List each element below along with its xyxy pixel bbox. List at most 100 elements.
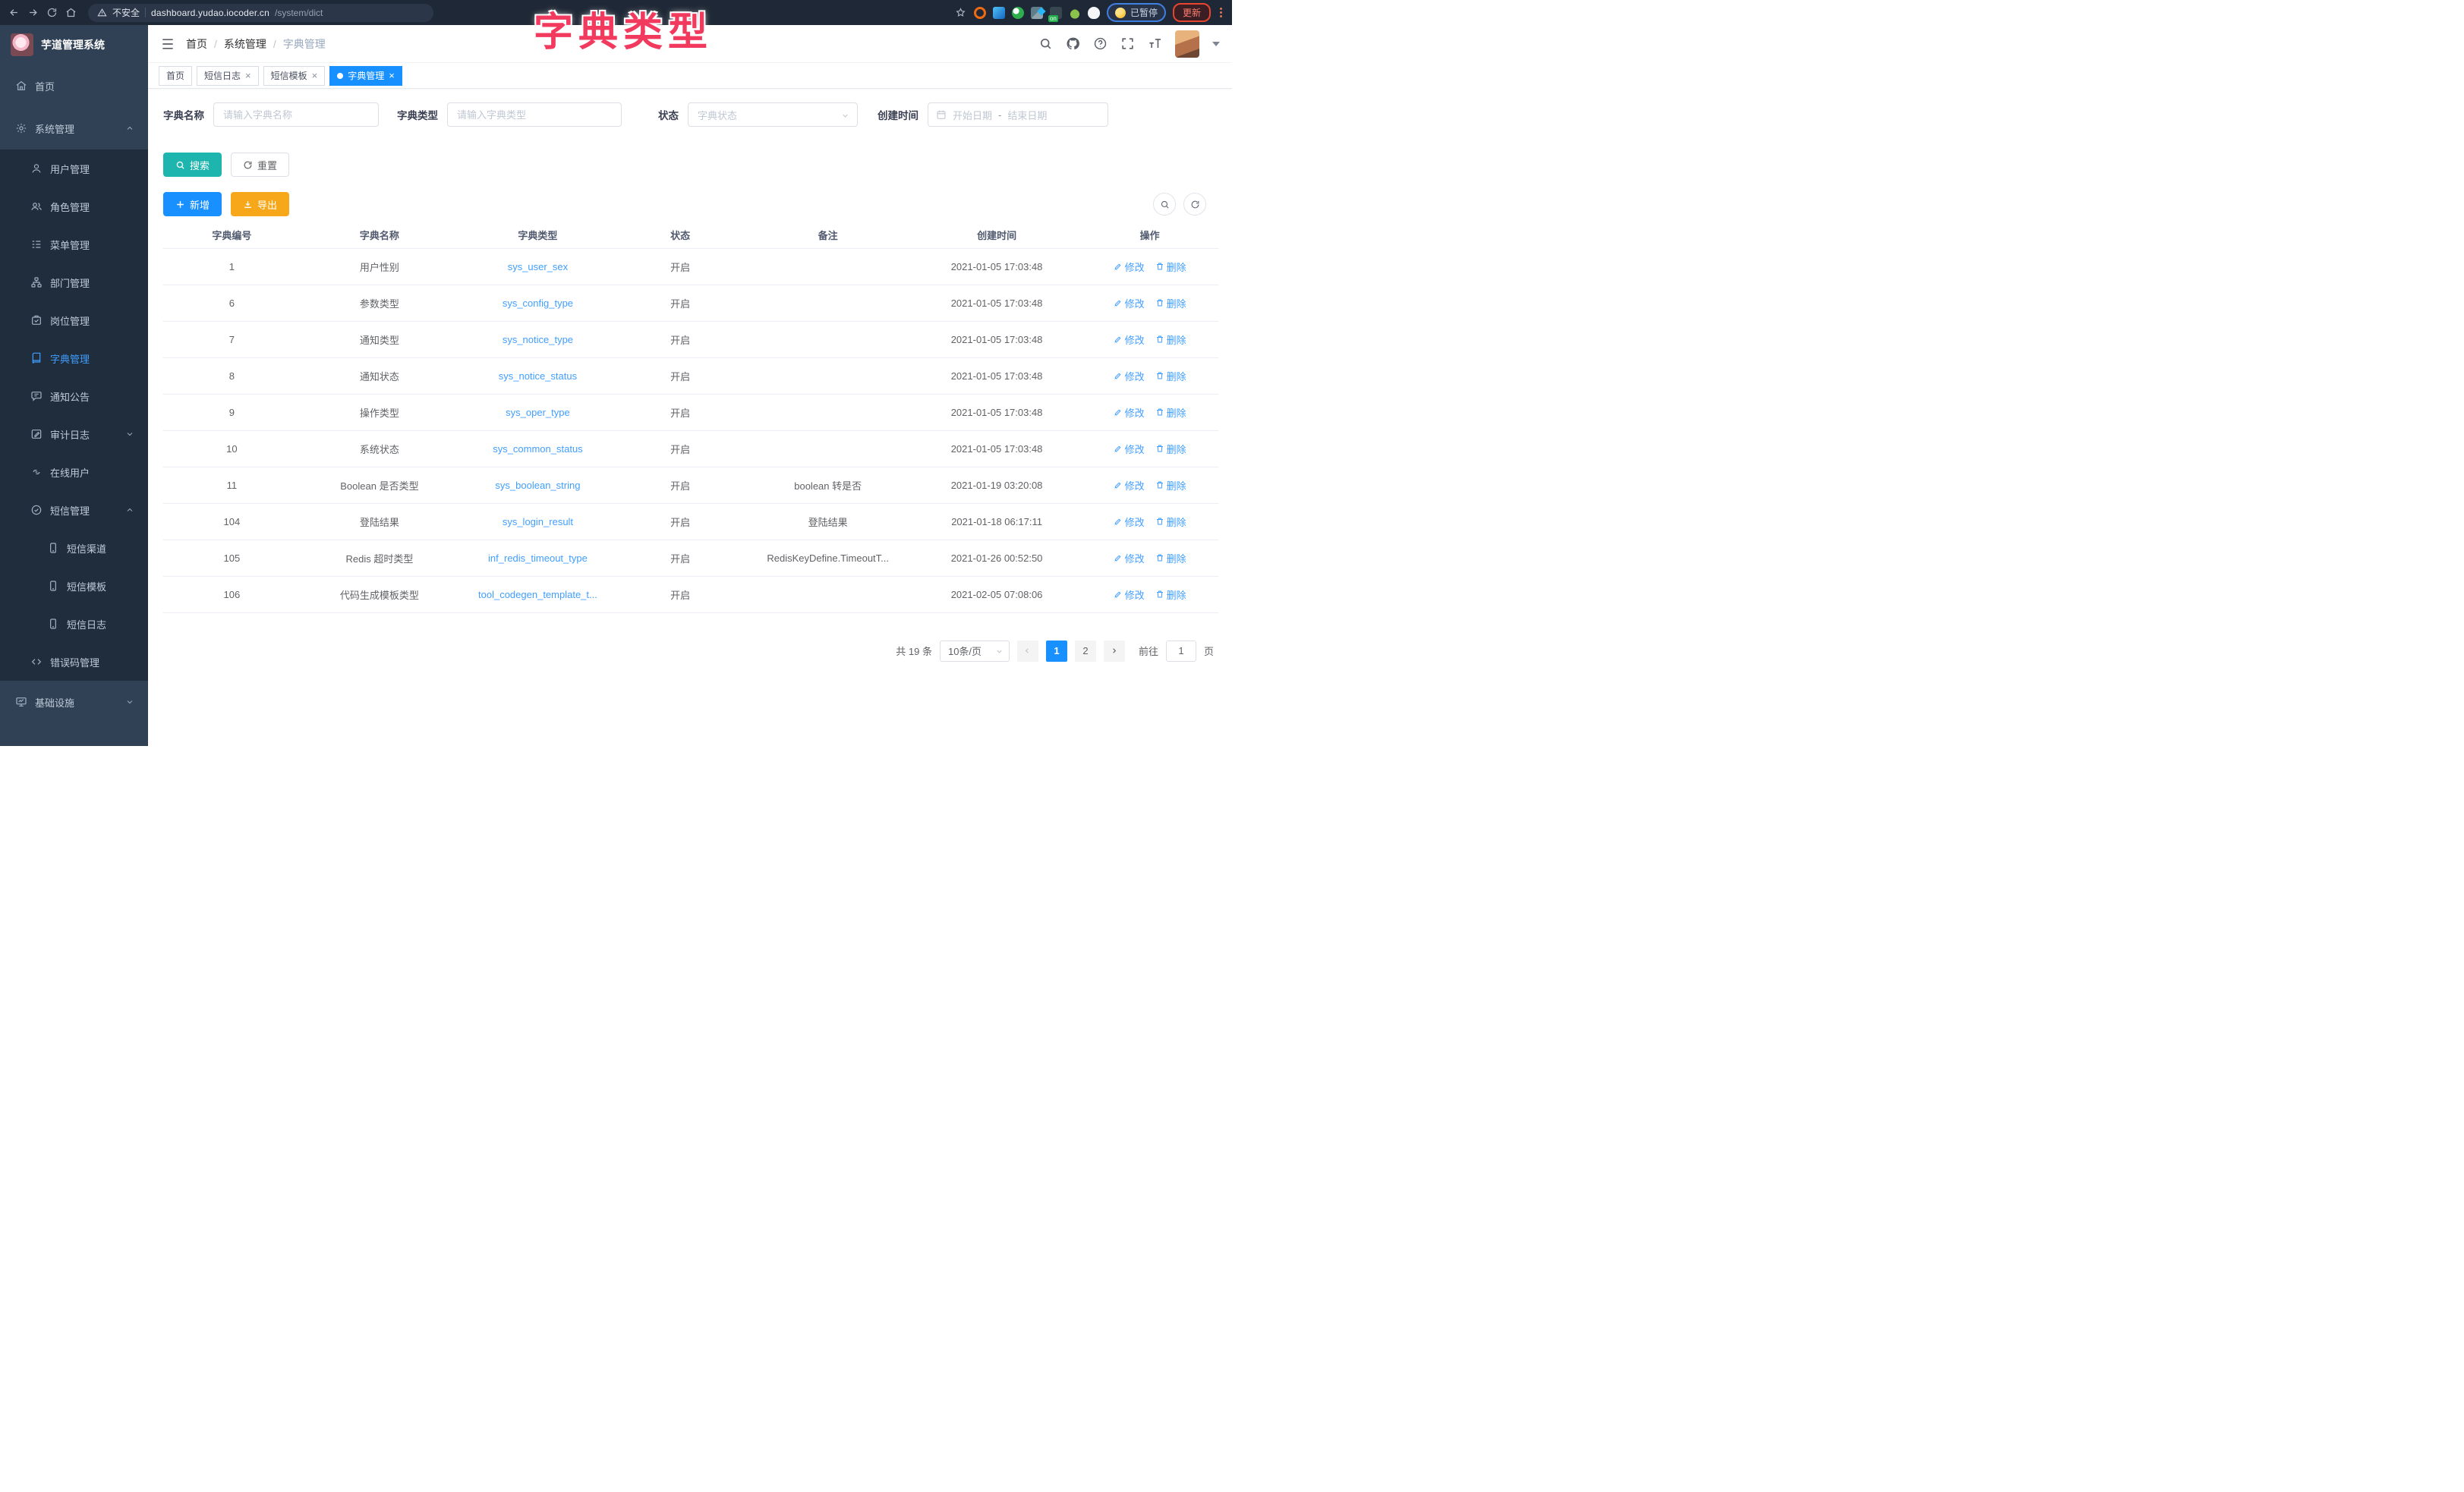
bookmark-star-icon[interactable] [954,6,967,19]
reload-icon[interactable] [46,6,58,19]
delete-link[interactable]: 删除 [1155,551,1186,565]
not-secure-icon [97,8,107,17]
sidebar-item-sms-log[interactable]: 短信日志 [0,605,148,643]
cell-dict-type-link[interactable]: sys_boolean_string [458,467,617,503]
delete-link[interactable]: 删除 [1155,587,1186,602]
sidebar-item-menu-mgmt[interactable]: 菜单管理 [0,225,148,263]
delete-link[interactable]: 删除 [1155,478,1186,493]
page-size-select[interactable]: 10条/页 [940,641,1010,662]
edit-link[interactable]: 修改 [1114,587,1145,602]
sidebar-item-sms-mgmt[interactable]: 短信管理 [0,491,148,529]
sidebar-item-sms-template[interactable]: 短信模板 [0,567,148,605]
app-title: 芋道管理系统 [41,37,105,52]
cell-dict-type-link[interactable]: sys_notice_type [458,321,617,357]
export-button[interactable]: 导出 [231,192,289,216]
sidebar-item-error-code[interactable]: 错误码管理 [0,643,148,681]
cell-dict-type-link[interactable]: tool_codegen_template_t... [458,576,617,612]
cell-dict-type-link[interactable]: sys_login_result [458,503,617,540]
page-button-1[interactable]: 1 [1046,641,1067,662]
forward-icon[interactable] [27,6,39,19]
delete-link[interactable]: 删除 [1155,515,1186,529]
edit-link[interactable]: 修改 [1114,369,1145,383]
edit-link[interactable]: 修改 [1114,405,1145,420]
edit-link[interactable]: 修改 [1114,478,1145,493]
delete-link[interactable]: 删除 [1155,405,1186,420]
font-size-icon[interactable] [1148,36,1162,51]
sidebar-item-post-mgmt[interactable]: 岗位管理 [0,301,148,339]
cell-dict-type-link[interactable]: sys_oper_type [458,394,617,430]
tab-dict-mgmt[interactable]: 字典管理× [329,66,402,86]
app-logo-row[interactable]: 芋道管理系统 [0,25,148,65]
edit-link[interactable]: 修改 [1114,442,1145,456]
collapse-sidebar-icon[interactable] [160,36,175,52]
extension-icon[interactable] [1012,7,1024,19]
user-avatar[interactable] [1175,30,1199,58]
cell-dict-type-link[interactable]: sys_config_type [458,285,617,321]
github-icon[interactable] [1066,36,1080,51]
dict-type-input[interactable] [447,102,622,127]
sidebar-item-online-users[interactable]: 在线用户 [0,453,148,491]
search-button[interactable]: 搜索 [163,153,222,177]
refresh-icon[interactable] [1183,193,1206,216]
fullscreen-icon[interactable] [1120,36,1135,51]
sidebar-item-notice[interactable]: 通知公告 [0,377,148,415]
address-bar[interactable]: 不安全 dashboard.yudao.iocoder.cn/system/di… [88,4,433,22]
cell-dict-type-link[interactable]: sys_common_status [458,430,617,467]
chrome-update-button[interactable]: 更新 [1173,3,1211,22]
tab-home[interactable]: 首页 [159,66,192,86]
edit-link[interactable]: 修改 [1114,260,1145,274]
goto-page-input[interactable] [1166,641,1196,662]
avatar-caret-icon[interactable] [1212,42,1220,46]
sidebar-item-home[interactable]: 首页 [0,65,148,107]
extension-icon[interactable] [974,7,986,19]
sidebar-item-role-mgmt[interactable]: 角色管理 [0,187,148,225]
close-icon[interactable]: × [245,71,251,80]
toggle-search-icon[interactable] [1153,193,1176,216]
extension-icon[interactable] [1088,7,1100,19]
extension-icon[interactable] [1031,7,1043,19]
date-range-picker[interactable]: 开始日期 - 结束日期 [928,102,1108,127]
close-icon[interactable]: × [312,71,318,80]
edit-link[interactable]: 修改 [1114,296,1145,310]
help-icon[interactable] [1093,36,1108,51]
sidebar-item-dict-mgmt[interactable]: 字典管理 [0,339,148,377]
reset-button[interactable]: 重置 [231,153,289,177]
sidebar-item-infrastructure[interactable]: 基础设施 [0,681,148,723]
cell-dict-type-link[interactable]: sys_notice_status [458,357,617,394]
cell-dict-type-link[interactable]: inf_redis_timeout_type [458,540,617,576]
delete-link[interactable]: 删除 [1155,369,1186,383]
browser-menu-icon[interactable] [1218,8,1224,17]
edit-link[interactable]: 修改 [1114,332,1145,347]
delete-link[interactable]: 删除 [1155,296,1186,310]
delete-link[interactable]: 删除 [1155,442,1186,456]
back-icon[interactable] [8,6,20,19]
next-page-button[interactable] [1104,641,1125,662]
sidebar-item-dept-mgmt[interactable]: 部门管理 [0,263,148,301]
home-browser-icon[interactable] [65,6,77,19]
close-icon[interactable]: × [389,71,395,80]
dict-name-input[interactable] [213,102,379,127]
extension-icon[interactable] [1069,7,1081,19]
search-icon[interactable] [1038,36,1053,51]
add-button[interactable]: 新增 [163,192,222,216]
delete-link[interactable]: 删除 [1155,332,1186,347]
page-button-2[interactable]: 2 [1075,641,1096,662]
prev-page-button[interactable] [1017,641,1038,662]
cell-dict-type-link[interactable]: sys_user_sex [458,248,617,285]
edit-link[interactable]: 修改 [1114,551,1145,565]
sidebar-item-audit-log[interactable]: 审计日志 [0,415,148,453]
extension-icon[interactable] [1050,7,1062,19]
delete-link[interactable]: 删除 [1155,260,1186,274]
extension-icon[interactable] [993,7,1005,19]
profile-paused-badge[interactable]: 已暂停 [1107,3,1166,22]
breadcrumb-system[interactable]: 系统管理 [224,36,266,52]
sidebar-item-system[interactable]: 系统管理 [0,107,148,150]
sidebar-item-sms-channel[interactable]: 短信渠道 [0,529,148,567]
gear-icon [15,122,27,134]
status-select[interactable]: 字典状态 [688,102,858,127]
sidebar-item-user-mgmt[interactable]: 用户管理 [0,150,148,187]
tab-sms-log[interactable]: 短信日志× [197,66,259,86]
breadcrumb-home[interactable]: 首页 [186,36,207,52]
tab-sms-template[interactable]: 短信模板× [263,66,326,86]
edit-link[interactable]: 修改 [1114,515,1145,529]
